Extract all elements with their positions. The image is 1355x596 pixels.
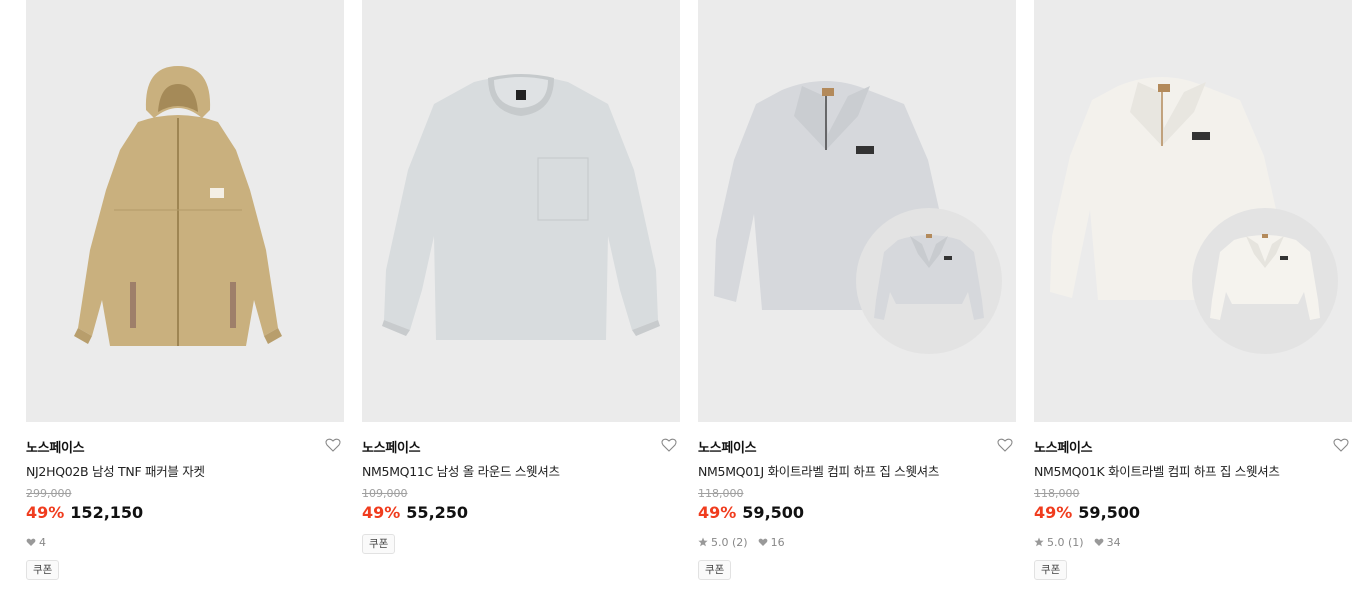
heart-filled-icon <box>1094 538 1103 546</box>
product-card[interactable]: 노스페이스 NJ2HQ02B 남성 TNF 패커블 자켓 299,000 49%… <box>26 0 344 596</box>
brand-name[interactable]: 노스페이스 <box>698 437 757 456</box>
price-row: 49% 152,150 <box>26 503 143 522</box>
brand-name[interactable]: 노스페이스 <box>1034 437 1093 456</box>
heart-outline-icon[interactable] <box>660 436 678 454</box>
product-image[interactable] <box>698 0 1016 422</box>
discount-rate: 49% <box>698 503 737 522</box>
coupon-badge[interactable]: 쿠폰 <box>26 560 60 580</box>
sale-price: 59,500 <box>1078 503 1141 522</box>
like-count: 34 <box>1094 536 1121 549</box>
sale-price: 59,500 <box>742 503 805 522</box>
detail-inset <box>1192 208 1338 354</box>
discount-rate: 49% <box>26 503 65 522</box>
original-price: 109,000 <box>362 487 408 500</box>
brand-name[interactable]: 노스페이스 <box>26 437 85 456</box>
sale-price: 152,150 <box>70 503 144 522</box>
product-image[interactable] <box>362 0 680 422</box>
price-row: 49% 55,250 <box>362 503 468 522</box>
price-row: 49% 59,500 <box>698 503 804 522</box>
coupon-badge[interactable]: 쿠폰 <box>1034 560 1068 580</box>
original-price: 299,000 <box>26 487 72 500</box>
heart-outline-icon[interactable] <box>324 436 342 454</box>
like-count: 4 <box>26 536 46 549</box>
product-title[interactable]: NM5MQ01K 화이트라벨 컴피 하프 집 스웻셔츠 <box>1034 461 1280 480</box>
star-icon <box>1034 537 1044 547</box>
price-row: 49% 59,500 <box>1034 503 1140 522</box>
product-meta: 5.0 (2) 16 <box>698 535 785 549</box>
product-image[interactable] <box>26 0 344 422</box>
product-image[interactable] <box>1034 0 1352 422</box>
discount-rate: 49% <box>362 503 401 522</box>
product-meta: 5.0 (1) 34 <box>1034 535 1121 549</box>
half-zip-sweatshirt-image <box>714 81 948 310</box>
rating-value: 5.0 (2) <box>711 535 748 549</box>
product-card[interactable]: 노스페이스 NM5MQ01J 화이트라벨 컴피 하프 집 스웻셔츠 118,00… <box>698 0 1016 596</box>
sweatshirt-image <box>382 74 660 340</box>
detail-inset <box>856 208 1002 354</box>
like-count-value: 4 <box>39 535 46 549</box>
rating: 5.0 (2) <box>698 536 748 549</box>
original-price: 118,000 <box>698 487 744 500</box>
heart-outline-icon[interactable] <box>996 436 1014 454</box>
brand-name[interactable]: 노스페이스 <box>362 437 421 456</box>
discount-rate: 49% <box>1034 503 1073 522</box>
product-card[interactable]: 노스페이스 NM5MQ11C 남성 올 라운드 스웻셔츠 109,000 49%… <box>362 0 680 596</box>
product-title[interactable]: NM5MQ11C 남성 올 라운드 스웻셔츠 <box>362 461 560 480</box>
product-meta: 4 <box>26 535 46 549</box>
coupon-badge[interactable]: 쿠폰 <box>698 560 732 580</box>
product-card[interactable]: 노스페이스 NM5MQ01K 화이트라벨 컴피 하프 집 스웻셔츠 118,00… <box>1034 0 1352 596</box>
original-price: 118,000 <box>1034 487 1080 500</box>
rating-value: 5.0 (1) <box>1047 535 1084 549</box>
coupon-badge[interactable]: 쿠폰 <box>362 534 396 554</box>
like-count-value: 16 <box>770 535 785 549</box>
star-icon <box>698 537 708 547</box>
product-title[interactable]: NM5MQ01J 화이트라벨 컴피 하프 집 스웻셔츠 <box>698 461 939 480</box>
jacket-image <box>74 66 282 346</box>
heart-filled-icon <box>26 538 36 546</box>
like-count: 16 <box>758 536 785 549</box>
like-count-value: 34 <box>1106 535 1121 549</box>
sale-price: 55,250 <box>406 503 469 522</box>
half-zip-sweatshirt-image <box>1050 77 1284 300</box>
heart-outline-icon[interactable] <box>1332 436 1350 454</box>
heart-filled-icon <box>758 538 767 546</box>
rating: 5.0 (1) <box>1034 536 1084 549</box>
product-title[interactable]: NJ2HQ02B 남성 TNF 패커블 자켓 <box>26 461 205 480</box>
